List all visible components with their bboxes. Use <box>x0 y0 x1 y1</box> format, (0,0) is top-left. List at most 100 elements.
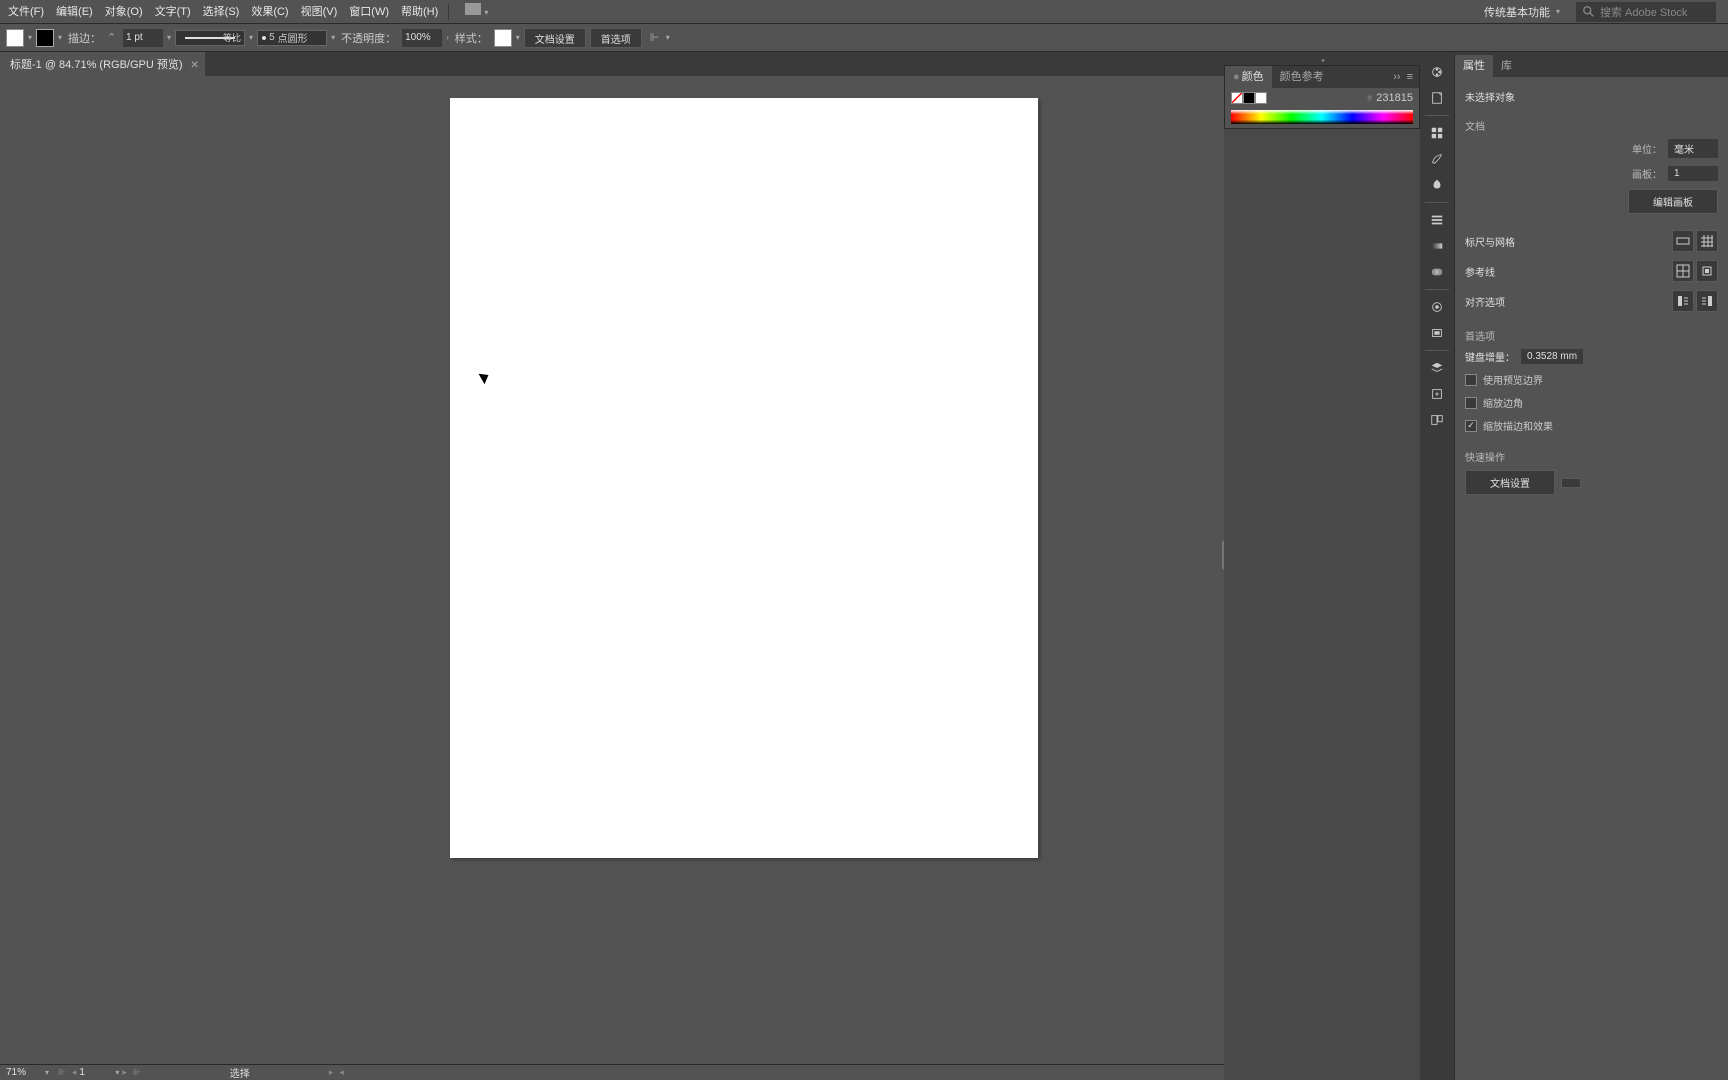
collapse-icon[interactable]: ◂ <box>336 1067 347 1078</box>
align-icon[interactable]: ⊩ <box>650 30 662 46</box>
artboard-label: 画板： <box>1616 166 1662 181</box>
snap-pixel-toggle[interactable] <box>1672 290 1694 312</box>
document-icon[interactable] <box>1423 85 1451 111</box>
transparency-icon[interactable] <box>1423 259 1451 285</box>
properties-panel: 属性 库 未选择对象 文档 单位： 毫米 画板： 1 编辑画板 标尺与网格 <box>1454 55 1728 1080</box>
menu-select[interactable]: 选择(S) <box>197 0 246 24</box>
play-icon[interactable]: ▸ <box>326 1067 337 1078</box>
next-artboard-button[interactable]: ▸ <box>119 1067 130 1078</box>
tab-color-guide[interactable]: 颜色参考 <box>1272 66 1332 88</box>
layers-icon[interactable] <box>1423 355 1451 381</box>
menu-edit[interactable]: 编辑(E) <box>50 0 99 24</box>
dot-icon <box>262 36 266 40</box>
guides-toggle[interactable] <box>1672 260 1694 282</box>
asset-export-icon[interactable] <box>1423 381 1451 407</box>
grid-toggle[interactable] <box>1696 230 1718 252</box>
ruler-toggle[interactable] <box>1672 230 1694 252</box>
tab-libraries[interactable]: 库 <box>1493 55 1520 77</box>
swatch-black[interactable] <box>1243 92 1255 104</box>
divider <box>448 4 449 20</box>
guides-lock[interactable] <box>1696 260 1718 282</box>
chevron-down-icon[interactable]: ▾ <box>516 33 520 42</box>
document-tab[interactable]: 标题-1 @ 84.71% (RGB/GPU 预览) × <box>0 52 205 76</box>
menu-effect[interactable]: 效果(C) <box>245 0 294 24</box>
menu-window[interactable]: 窗口(W) <box>343 0 395 24</box>
preview-bounds-checkbox[interactable]: 使用预览边界 <box>1465 372 1718 387</box>
workspace-selector[interactable]: 传统基本功能 ▾ <box>1476 2 1568 22</box>
layout-toggle[interactable]: ▾ <box>453 0 494 24</box>
style-swatch[interactable] <box>494 29 512 47</box>
search-icon <box>1582 5 1596 19</box>
gradient-icon[interactable] <box>1423 233 1451 259</box>
menu-icon[interactable]: ≡ <box>1407 71 1413 83</box>
artboard-count[interactable]: 1 <box>1668 166 1718 181</box>
chevron-down-icon[interactable]: ▾ <box>58 33 62 42</box>
empty-panel-area <box>1224 129 1420 1080</box>
menu-object[interactable]: 对象(O) <box>99 0 149 24</box>
color-themes-icon[interactable] <box>1423 59 1451 85</box>
chevron-down-icon[interactable]: ▾ <box>45 1068 49 1077</box>
scale-strokes-checkbox[interactable]: 缩放描边和效果 <box>1465 418 1718 433</box>
icon-dock <box>1420 55 1454 1080</box>
tab-color[interactable]: ●颜色 <box>1225 66 1272 88</box>
edit-artboard-button[interactable]: 编辑画板 <box>1628 189 1718 214</box>
chevron-down-icon[interactable]: ▾ <box>167 33 171 42</box>
chevron-down-icon[interactable]: ▾ <box>249 33 253 42</box>
workspace-label: 传统基本功能 <box>1484 4 1550 20</box>
chevron-down-icon[interactable]: ▾ <box>666 33 670 42</box>
expand-icon[interactable]: › <box>446 33 449 42</box>
search-placeholder: 搜索 Adobe Stock <box>1600 4 1687 20</box>
stroke-swatch[interactable] <box>36 29 54 47</box>
stroke-panel-icon[interactable] <box>1423 207 1451 233</box>
more-actions-button[interactable] <box>1561 478 1581 488</box>
swatch-none[interactable] <box>1231 92 1243 104</box>
last-artboard-button[interactable]: ⊪ <box>130 1067 144 1078</box>
canvas-area[interactable] <box>0 76 1224 1064</box>
graphic-styles-icon[interactable] <box>1423 320 1451 346</box>
tab-properties[interactable]: 属性 <box>1455 55 1493 77</box>
scale-corners-checkbox[interactable]: 缩放边角 <box>1465 395 1718 410</box>
menu-help[interactable]: 帮助(H) <box>395 0 444 24</box>
document-setup-button[interactable]: 文档设置 <box>524 28 586 48</box>
prev-artboard-button[interactable]: ◂ <box>69 1067 80 1078</box>
artboards-icon[interactable] <box>1423 407 1451 433</box>
zoom-input[interactable] <box>6 1067 42 1078</box>
brushes-icon[interactable] <box>1423 146 1451 172</box>
swatch-white[interactable] <box>1255 92 1267 104</box>
close-icon[interactable]: × <box>191 56 199 72</box>
first-artboard-button[interactable]: ⊪ <box>55 1067 69 1078</box>
menu-text[interactable]: 文字(T) <box>149 0 197 24</box>
hex-value[interactable]: # 231815 <box>1367 92 1413 104</box>
chevron-down-icon[interactable]: ▾ <box>28 33 32 42</box>
menu-file[interactable]: 文件(F) <box>2 0 50 24</box>
status-bar: ▾ ⊪ ◂ ▾ ▸ ⊪ 选择 ▸ ◂ <box>0 1064 1224 1080</box>
stepper-icon[interactable]: ⌃ <box>107 30 119 46</box>
brush-preview[interactable]: 5 点圆形 <box>257 30 327 46</box>
guides-label: 参考线 <box>1465 264 1495 279</box>
artboard-number-input[interactable] <box>79 1067 115 1078</box>
checkbox-icon <box>1465 397 1477 409</box>
search-input[interactable]: 搜索 Adobe Stock <box>1576 2 1716 22</box>
checkbox-icon <box>1465 374 1477 386</box>
symbols-icon[interactable] <box>1423 172 1451 198</box>
stroke-weight-input[interactable] <box>123 29 163 47</box>
collapse-icon[interactable]: ›› <box>1393 71 1400 83</box>
artboard[interactable] <box>450 98 1038 858</box>
unit-select[interactable]: 毫米 <box>1668 139 1718 158</box>
opacity-input[interactable] <box>402 29 442 47</box>
menu-view[interactable]: 视图(V) <box>295 0 344 24</box>
panel-grip[interactable]: •• <box>1224 55 1420 65</box>
fill-swatch[interactable] <box>6 29 24 47</box>
snap-point-toggle[interactable] <box>1696 290 1718 312</box>
color-spectrum[interactable] <box>1231 110 1413 124</box>
preferences-button[interactable]: 首选项 <box>590 28 642 48</box>
hash-icon: # <box>1367 93 1372 103</box>
swatches-icon[interactable] <box>1423 120 1451 146</box>
appearance-icon[interactable] <box>1423 294 1451 320</box>
unit-label: 单位： <box>1616 141 1662 156</box>
key-increment-input[interactable]: 0.3528 mm <box>1521 349 1583 364</box>
chevron-down-icon[interactable]: ▾ <box>331 33 335 42</box>
stroke-profile[interactable]: 等比 <box>175 30 245 46</box>
doc-setup-quick-button[interactable]: 文档设置 <box>1465 470 1555 495</box>
stroke-label: 描边： <box>68 30 101 46</box>
